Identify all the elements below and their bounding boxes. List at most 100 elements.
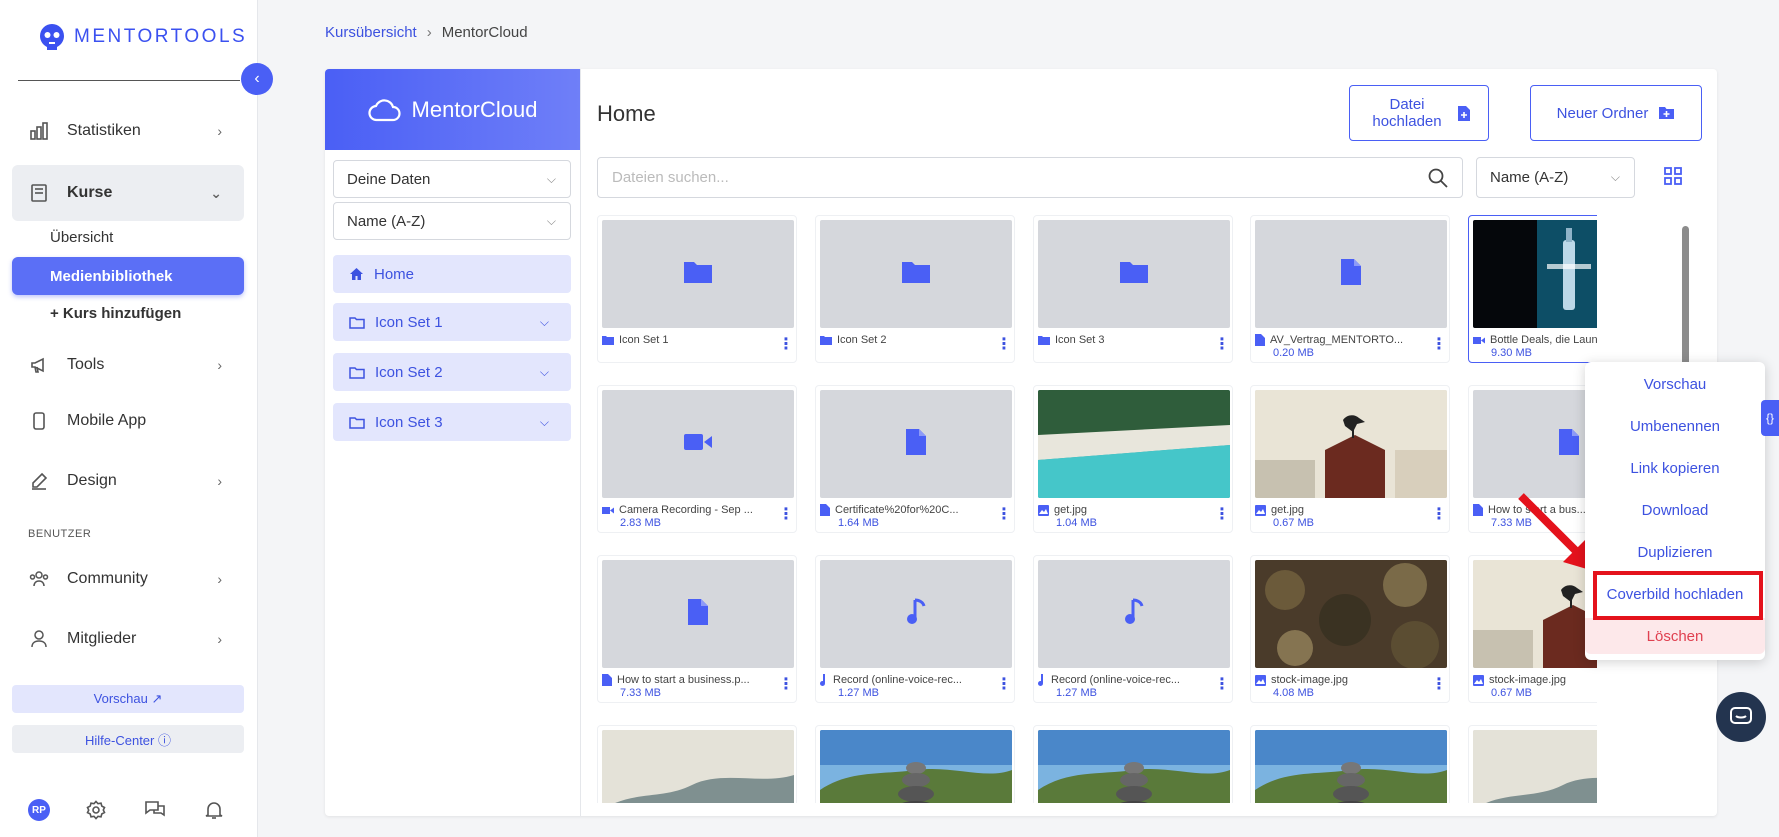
more-options-icon[interactable]: ⋮ <box>1431 507 1447 523</box>
file-thumbnail[interactable] <box>602 730 794 803</box>
nav-statistiken[interactable]: Statistiken › <box>12 105 244 157</box>
nav-tools[interactable]: Tools › <box>12 339 244 391</box>
more-options-icon[interactable]: ⋮ <box>996 677 1012 693</box>
tree-item-icon-set-2[interactable]: Icon Set 2 ⌵ <box>333 353 571 391</box>
file-card[interactable]: get.jpg 0.67 MB ⋮ <box>1250 385 1450 533</box>
file-card[interactable]: Icon Set 2 ⋮ <box>815 215 1015 363</box>
chevron-down-icon[interactable]: ⌵ <box>540 365 549 380</box>
file-thumbnail[interactable] <box>602 220 794 328</box>
image-type-icon <box>1473 674 1484 686</box>
nav-kurse[interactable]: Kurse ⌄ <box>12 165 244 221</box>
side-tab-icon[interactable]: {} <box>1761 400 1779 436</box>
tree-item-home[interactable]: Home <box>333 255 571 293</box>
button-label: Datei hochladen <box>1372 96 1442 130</box>
file-thumbnail[interactable] <box>1255 390 1447 498</box>
file-card[interactable]: Record (online-voice-rec... 1.27 MB ⋮ <box>815 555 1015 703</box>
menu-item-vorschau[interactable]: Vorschau <box>1585 366 1765 402</box>
file-thumbnail[interactable] <box>1038 730 1230 803</box>
collapse-sidebar-button[interactable]: ‹ <box>241 63 273 95</box>
file-size: 1.27 MB <box>1056 687 1097 699</box>
more-options-icon[interactable]: ⋮ <box>1214 337 1230 353</box>
file-card[interactable] <box>1250 725 1450 803</box>
file-card[interactable]: Certificate%20for%20C... 1.64 MB ⋮ <box>815 385 1015 533</box>
file-card[interactable] <box>815 725 1015 803</box>
file-thumbnail[interactable] <box>1038 560 1230 668</box>
file-thumbnail[interactable] <box>1255 220 1447 328</box>
sub-item-kurs-hinzufuegen[interactable]: + Kurs hinzufügen <box>50 305 181 322</box>
file-thumbnail[interactable] <box>1038 390 1230 498</box>
file-thumbnail[interactable] <box>602 390 794 498</box>
file-thumbnail[interactable] <box>820 220 1012 328</box>
file-name-text: get.jpg <box>1271 504 1305 516</box>
file-card[interactable]: Icon Set 1 ⋮ <box>597 215 797 363</box>
sub-item-medienbibliothek[interactable]: Medienbibliothek <box>12 257 244 295</box>
file-thumbnail[interactable] <box>820 560 1012 668</box>
folder-sort-select[interactable]: Name (A-Z) ⌵ <box>333 202 571 240</box>
more-options-icon[interactable]: ⋮ <box>778 337 794 353</box>
file-thumbnail[interactable] <box>820 730 1012 803</box>
more-options-icon[interactable]: ⋮ <box>996 507 1012 523</box>
file-card[interactable]: stock-image.jpg 4.08 MB ⋮ <box>1250 555 1450 703</box>
nav-mobile-app[interactable]: Mobile App <box>12 395 244 447</box>
preview-button[interactable]: Vorschau ↗ <box>12 685 244 713</box>
file-name-text: Camera Recording - Sep ... <box>619 504 753 516</box>
menu-item-duplizieren[interactable]: Duplizieren <box>1585 534 1765 570</box>
file-sort-select[interactable]: Name (A-Z) ⌵ <box>1476 157 1635 198</box>
tree-item-icon-set-1[interactable]: Icon Set 1 ⌵ <box>333 303 571 341</box>
new-folder-button[interactable]: Neuer Ordner <box>1530 85 1702 141</box>
tree-item-icon-set-3[interactable]: Icon Set 3 ⌵ <box>333 403 571 441</box>
chat-bubbles-icon[interactable] <box>142 799 168 821</box>
search-input[interactable]: Dateien suchen... <box>597 157 1463 198</box>
more-options-icon[interactable]: ⋮ <box>996 337 1012 353</box>
file-card[interactable] <box>1033 725 1233 803</box>
menu-item-loeschen[interactable]: Löschen <box>1585 618 1765 654</box>
help-center-button[interactable]: Hilfe-Center ⓘ <box>12 725 244 753</box>
file-card[interactable]: get.jpg 1.04 MB ⋮ <box>1033 385 1233 533</box>
sub-item-uebersicht[interactable]: Übersicht <box>50 229 113 246</box>
file-thumbnail[interactable] <box>820 390 1012 498</box>
avatar[interactable]: RP <box>28 799 50 821</box>
chevron-right-icon: › <box>217 357 222 373</box>
grid-view-icon[interactable] <box>1664 167 1682 190</box>
file-card[interactable] <box>1468 725 1597 803</box>
doc-type-icon <box>602 674 612 686</box>
chat-launcher-button[interactable] <box>1716 692 1766 742</box>
file-thumbnail[interactable] <box>1473 220 1597 328</box>
folder-type-icon <box>602 335 614 345</box>
more-options-icon[interactable]: ⋮ <box>778 507 794 523</box>
nav-community[interactable]: Community › <box>12 553 244 605</box>
file-card[interactable]: Record (online-voice-rec... 1.27 MB ⋮ <box>1033 555 1233 703</box>
menu-item-umbenennen[interactable]: Umbenennen <box>1585 408 1765 444</box>
file-card[interactable] <box>597 725 797 803</box>
breadcrumb-link[interactable]: Kursübersicht <box>325 24 417 41</box>
file-thumbnail[interactable] <box>1473 390 1597 498</box>
file-thumbnail[interactable] <box>1473 730 1597 803</box>
chevron-down-icon[interactable]: ⌵ <box>540 415 549 430</box>
file-card[interactable]: How to start a business.p... 7.33 MB ⋮ <box>597 555 797 703</box>
nav-mitglieder[interactable]: Mitglieder › <box>12 613 244 665</box>
file-card[interactable]: Bottle Deals, die Laune m...9.30 MB⋮ <box>1468 215 1597 363</box>
upload-file-button[interactable]: Datei hochladen <box>1349 85 1489 141</box>
file-thumbnail[interactable] <box>1038 220 1230 328</box>
file-name-text: stock-image.jpg <box>1271 674 1349 686</box>
brand-logo[interactable]: MENTORTOOLS <box>36 22 247 52</box>
file-card[interactable]: Icon Set 3 ⋮ <box>1033 215 1233 363</box>
file-thumbnail[interactable] <box>1255 730 1447 803</box>
more-options-icon[interactable]: ⋮ <box>1431 677 1447 693</box>
menu-item-link-kopieren[interactable]: Link kopieren <box>1585 450 1765 486</box>
settings-gear-icon[interactable] <box>83 799 109 821</box>
more-options-icon[interactable]: ⋮ <box>1214 507 1230 523</box>
file-card[interactable]: AV_Vertrag_MENTORTO... 0.20 MB ⋮ <box>1250 215 1450 363</box>
file-card[interactable]: Camera Recording - Sep ... 2.83 MB ⋮ <box>597 385 797 533</box>
file-thumbnail[interactable] <box>602 560 794 668</box>
more-options-icon[interactable]: ⋮ <box>1431 337 1447 353</box>
data-source-select[interactable]: Deine Daten ⌵ <box>333 160 571 198</box>
bell-icon[interactable] <box>201 799 227 821</box>
chevron-down-icon[interactable]: ⌵ <box>540 315 549 330</box>
nav-design[interactable]: Design › <box>12 455 244 507</box>
file-thumbnail[interactable] <box>1255 560 1447 668</box>
more-options-icon[interactable]: ⋮ <box>1214 677 1230 693</box>
menu-item-download[interactable]: Download <box>1585 492 1765 528</box>
more-options-icon[interactable]: ⋮ <box>778 677 794 693</box>
scrollbar-thumb[interactable] <box>1682 226 1689 371</box>
